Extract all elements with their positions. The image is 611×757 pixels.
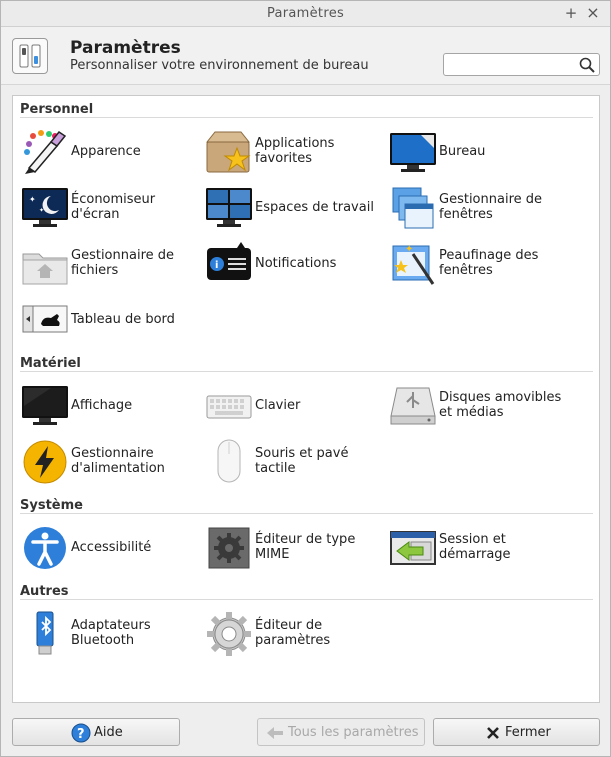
removable-drive-icon bbox=[390, 387, 436, 425]
item-label: Adaptateurs Bluetooth bbox=[71, 618, 151, 648]
search-box[interactable] bbox=[443, 53, 600, 76]
item-applications-favorites[interactable]: Applications favorites bbox=[205, 128, 387, 178]
power-icon bbox=[23, 440, 67, 484]
settings-header: Paramètres Personnaliser votre environne… bbox=[1, 27, 610, 85]
item-accessibilite[interactable]: Accessibilité bbox=[21, 524, 203, 574]
section-divider bbox=[20, 371, 593, 372]
item-label: Espaces de travail bbox=[255, 200, 374, 215]
panel-icon bbox=[22, 305, 68, 333]
item-tableau-de-bord[interactable]: Tableau de bord bbox=[21, 296, 203, 346]
accessibility-icon bbox=[24, 527, 66, 569]
item-label: Tableau de bord bbox=[71, 312, 175, 327]
close-icon bbox=[487, 727, 499, 739]
settings-content: Personnel Apparence Applications favorit… bbox=[12, 95, 600, 703]
back-arrow-icon bbox=[267, 727, 283, 739]
svg-text:✦: ✦ bbox=[405, 244, 413, 255]
item-disques-amovibles[interactable]: Disques amovibles et médias bbox=[389, 382, 571, 432]
section-title-materiel: Matériel bbox=[20, 356, 81, 371]
item-label: Affichage bbox=[71, 398, 133, 413]
item-affichage[interactable]: Affichage bbox=[21, 382, 203, 432]
item-label: Accessibilité bbox=[71, 540, 152, 555]
item-label: Notifications bbox=[255, 256, 337, 271]
item-label: Session et démarrage bbox=[439, 532, 511, 562]
window-title: Paramètres bbox=[266, 6, 345, 21]
help-icon: ? bbox=[71, 723, 91, 743]
display-icon bbox=[22, 386, 68, 425]
item-clavier[interactable]: Clavier bbox=[205, 382, 387, 432]
section-title-autres: Autres bbox=[20, 584, 69, 599]
item-label: Bureau bbox=[439, 144, 486, 159]
page-subtitle: Personnaliser votre environnement de bur… bbox=[70, 58, 369, 73]
item-economiseur[interactable]: ✦ ✦ Économiseur d'écran bbox=[21, 184, 203, 234]
svg-text:?: ? bbox=[77, 727, 85, 742]
window-tweaks-icon: ✦ bbox=[392, 244, 435, 285]
keyboard-icon bbox=[206, 395, 252, 419]
section-divider bbox=[20, 117, 593, 118]
item-label: Disques amovibles et médias bbox=[439, 390, 562, 420]
settings-window: Paramètres + × Paramètres Personnaliser … bbox=[0, 0, 611, 757]
item-session[interactable]: Session et démarrage bbox=[389, 524, 571, 574]
page-title: Paramètres bbox=[70, 38, 181, 58]
titlebar[interactable]: Paramètres + × bbox=[1, 1, 610, 27]
svg-text:✦: ✦ bbox=[39, 207, 44, 214]
workspaces-icon bbox=[206, 188, 252, 227]
notifications-icon: i bbox=[207, 242, 251, 280]
all-settings-label: Tous les paramètres bbox=[288, 725, 419, 740]
window-manager-icon bbox=[392, 187, 434, 229]
item-label: Souris et pavé tactile bbox=[255, 446, 349, 476]
session-icon bbox=[390, 531, 436, 565]
svg-text:✦: ✦ bbox=[29, 195, 36, 204]
item-espaces-de-travail[interactable]: Espaces de travail bbox=[205, 184, 387, 234]
item-label: Gestionnaire de fenêtres bbox=[439, 192, 543, 222]
item-label: Gestionnaire de fichiers bbox=[71, 248, 175, 278]
settings-app-icon bbox=[12, 38, 48, 74]
bluetooth-icon bbox=[36, 611, 54, 655]
item-bluetooth[interactable]: Adaptateurs Bluetooth bbox=[21, 610, 203, 660]
close-window-button[interactable]: × bbox=[585, 4, 601, 22]
item-editeur-mime[interactable]: Éditeur de type MIME bbox=[205, 524, 387, 574]
item-label: Éditeur de type MIME bbox=[255, 532, 356, 562]
close-label: Fermer bbox=[505, 725, 551, 740]
mime-editor-icon bbox=[208, 527, 250, 569]
section-title-systeme: Système bbox=[20, 498, 83, 513]
svg-text:i: i bbox=[215, 260, 218, 271]
desktop-icon bbox=[390, 133, 436, 172]
help-button[interactable]: ? Aide bbox=[12, 718, 180, 746]
item-notifications[interactable]: i Notifications bbox=[205, 240, 387, 290]
search-input[interactable] bbox=[448, 56, 573, 73]
item-label: Gestionnaire d'alimentation bbox=[71, 446, 165, 476]
item-label: Peaufinage des fenêtres bbox=[439, 248, 539, 278]
favorite-apps-icon bbox=[205, 131, 251, 173]
section-divider bbox=[20, 599, 593, 600]
item-souris[interactable]: Souris et pavé tactile bbox=[205, 438, 387, 488]
item-label: Apparence bbox=[71, 144, 141, 159]
item-bureau[interactable]: Bureau bbox=[389, 128, 571, 178]
close-button[interactable]: Fermer bbox=[433, 718, 600, 746]
help-label: Aide bbox=[94, 725, 123, 740]
section-title-personnel: Personnel bbox=[20, 102, 94, 117]
item-editeur-parametres[interactable]: Éditeur de paramètres bbox=[205, 610, 387, 660]
palette-icon bbox=[24, 130, 67, 174]
section-divider bbox=[20, 513, 593, 514]
file-manager-icon bbox=[22, 253, 68, 285]
item-label: Applications favorites bbox=[255, 136, 335, 166]
item-gestionnaire-alimentation[interactable]: Gestionnaire d'alimentation bbox=[21, 438, 203, 488]
item-gestionnaire-fichiers[interactable]: Gestionnaire de fichiers bbox=[21, 240, 203, 290]
all-settings-button[interactable]: Tous les paramètres bbox=[257, 718, 425, 746]
item-label: Économiseur d'écran bbox=[71, 192, 156, 222]
screensaver-icon: ✦✦ bbox=[22, 188, 68, 227]
mouse-icon bbox=[217, 439, 241, 483]
item-gestionnaire-fenetres[interactable]: Gestionnaire de fenêtres bbox=[389, 184, 571, 234]
settings-editor-icon bbox=[207, 612, 251, 656]
item-label: Éditeur de paramètres bbox=[255, 618, 331, 648]
item-label: Clavier bbox=[255, 398, 301, 413]
pin-button[interactable]: + bbox=[563, 4, 579, 22]
search-icon[interactable] bbox=[578, 56, 596, 74]
item-apparence[interactable]: Apparence bbox=[21, 128, 203, 178]
item-peaufinage[interactable]: ✦ Peaufinage des fenêtres bbox=[389, 240, 571, 290]
